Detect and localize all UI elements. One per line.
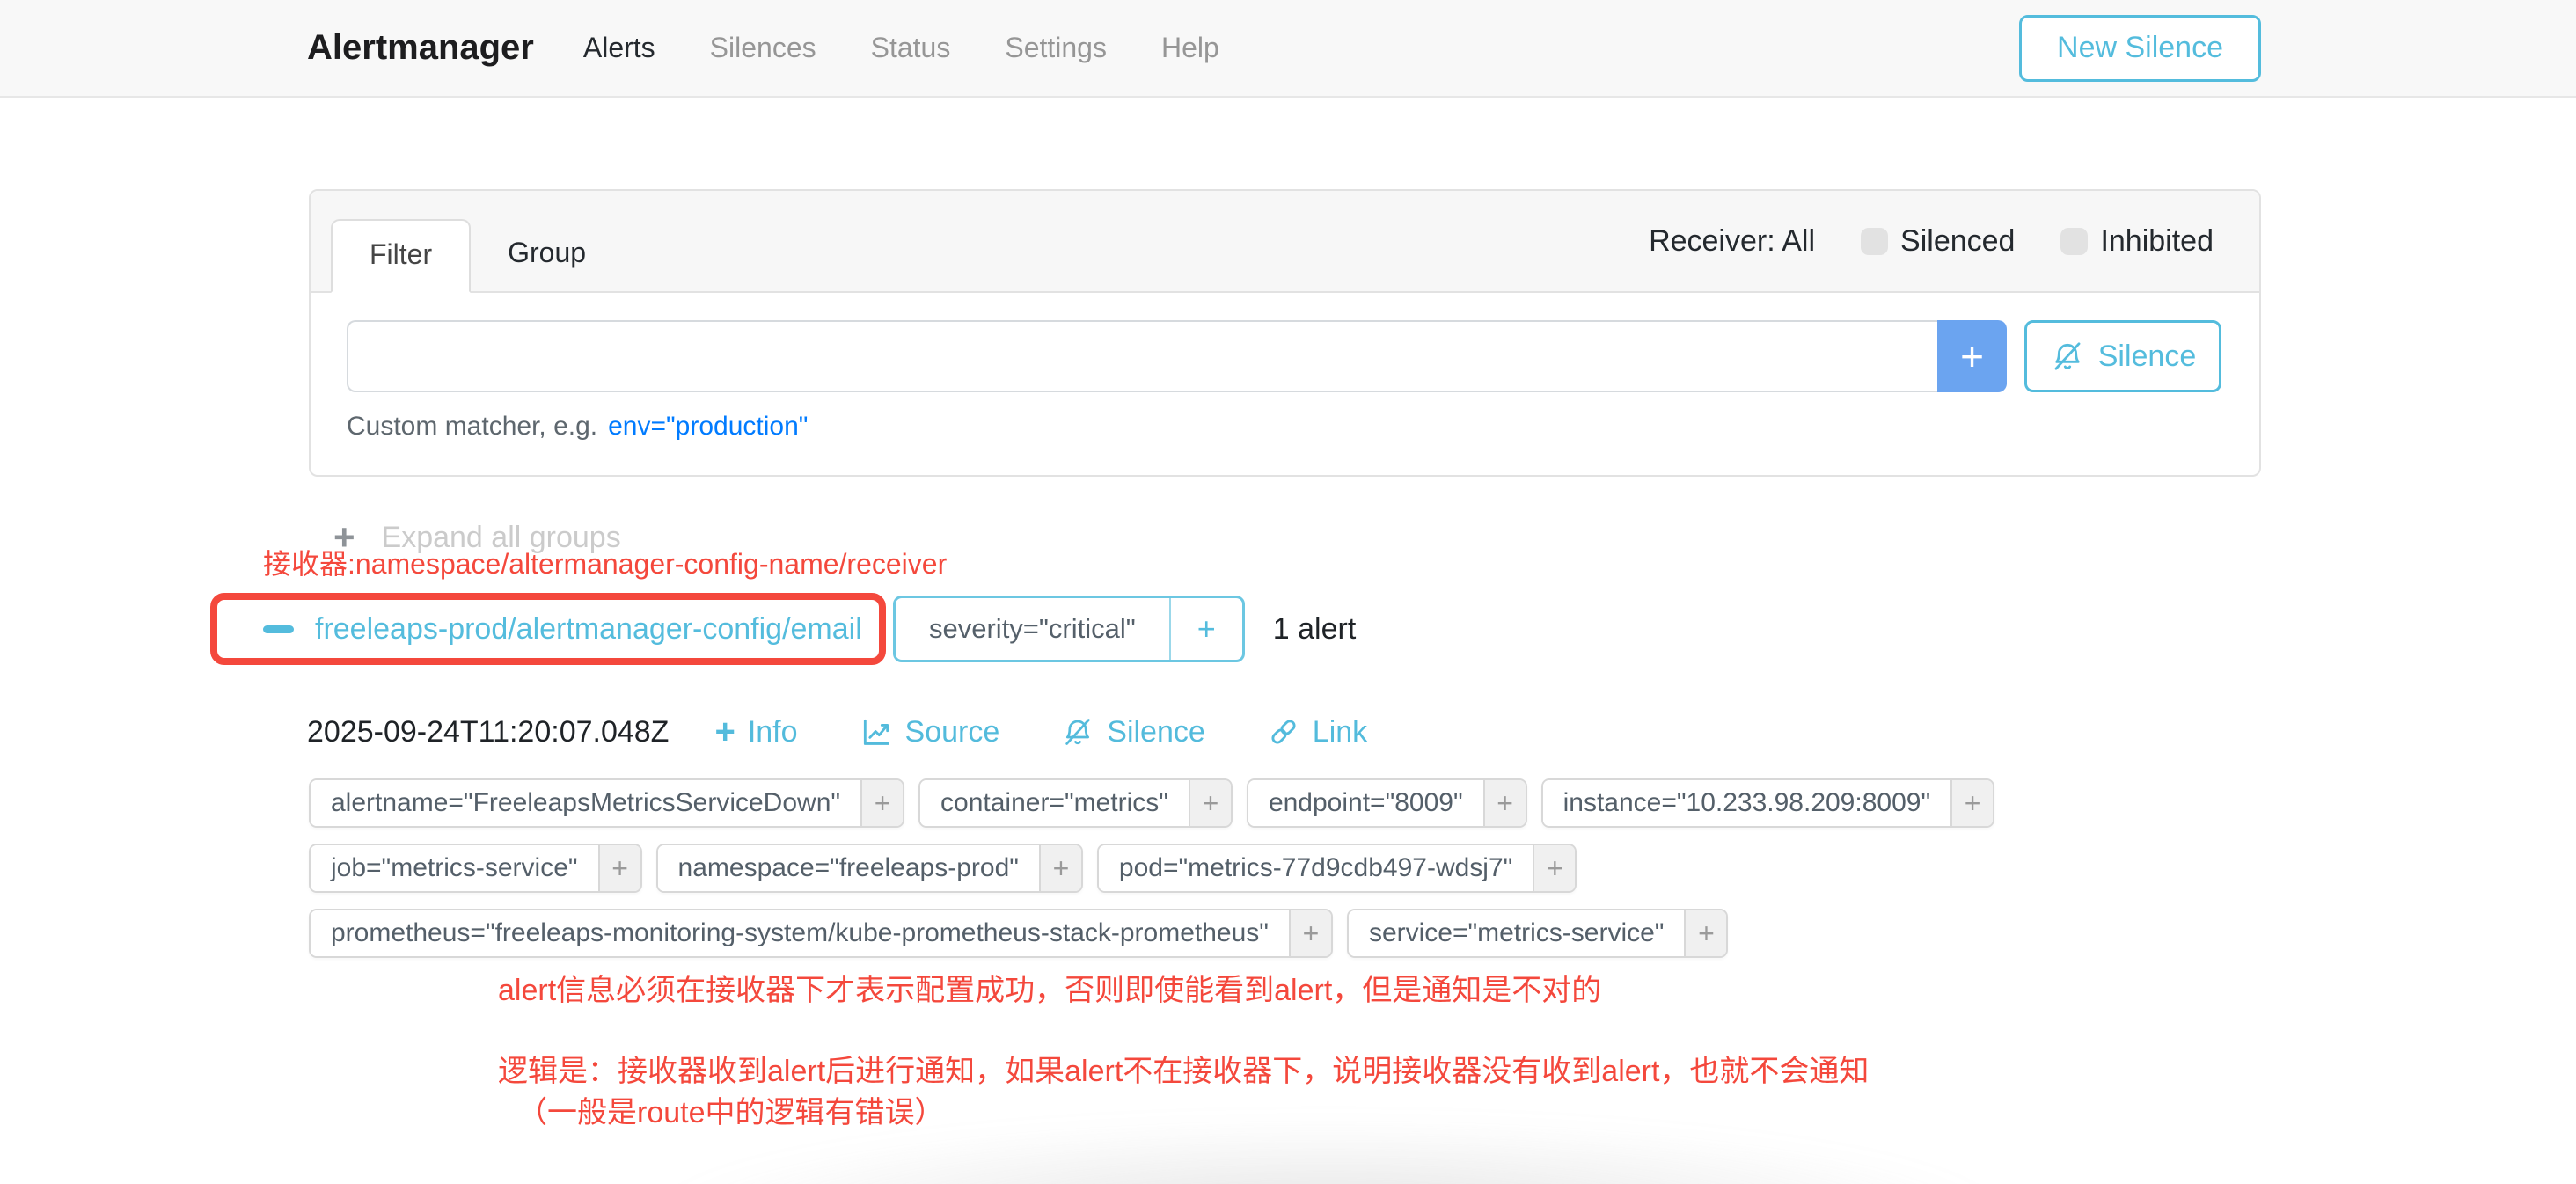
receiver-group-toggle[interactable]: freeleaps-prod/alertmanager-config/email <box>263 612 862 647</box>
alert-label-chip: pod="metrics-77d9cdb497-wdsj7" + <box>1097 844 1577 893</box>
info-label: Info <box>748 715 798 749</box>
add-label-filter-button[interactable]: + <box>1533 845 1575 891</box>
nav-silences[interactable]: Silences <box>710 32 816 64</box>
label-text[interactable]: endpoint="8009" <box>1248 780 1483 826</box>
group-matcher-chip: severity="critical" + <box>893 596 1245 662</box>
label-text[interactable]: pod="metrics-77d9cdb497-wdsj7" <box>1099 845 1533 891</box>
nav-settings[interactable]: Settings <box>1005 32 1107 64</box>
matcher-input[interactable] <box>347 320 1937 392</box>
bell-slash-icon <box>2050 339 2085 374</box>
alert-count: 1 alert <box>1273 612 1357 647</box>
alert-timestamp: 2025-09-24T11:20:07.048Z <box>307 715 669 749</box>
app-brand[interactable]: Alertmanager <box>307 28 534 68</box>
label-row: prometheus="freeleaps-monitoring-system/… <box>309 909 1994 958</box>
receiver-group-name: freeleaps-prod/alertmanager-config/email <box>315 612 862 647</box>
annotation-receiver-note: 接收器:namespace/altermanager-config-name/r… <box>263 542 947 582</box>
nav-alerts[interactable]: Alerts <box>583 32 655 64</box>
silence-alert-button[interactable]: Silence <box>1061 715 1205 749</box>
nav-status[interactable]: Status <box>871 32 951 64</box>
annotation-logic-note: 逻辑是：接收器收到alert后进行通知，如果alert不在接收器下，说明接收器没… <box>498 1047 1869 1090</box>
source-link[interactable]: Source <box>860 715 1000 749</box>
alert-label-chip: endpoint="8009" + <box>1247 778 1527 828</box>
label-row: job="metrics-service" + namespace="freel… <box>309 844 1994 893</box>
annotation-highlight-box: freeleaps-prod/alertmanager-config/email <box>210 593 886 665</box>
alert-labels: alertname="FreeleapsMetricsServiceDown" … <box>309 778 1994 958</box>
minus-icon <box>263 625 294 633</box>
main-nav: Alerts Silences Status Settings Help <box>583 32 1219 64</box>
alert-label-chip: container="metrics" + <box>918 778 1233 828</box>
label-text[interactable]: alertname="FreeleapsMetricsServiceDown" <box>311 780 860 826</box>
label-text[interactable]: instance="10.233.98.209:8009" <box>1543 780 1950 826</box>
label-text[interactable]: container="metrics" <box>920 780 1189 826</box>
alert-label-chip: alertname="FreeleapsMetricsServiceDown" … <box>309 778 904 828</box>
matcher-input-group: + Silence <box>347 320 2221 392</box>
add-label-filter-button[interactable]: + <box>1189 780 1231 826</box>
link-icon <box>1267 715 1300 749</box>
permalink-label: Link <box>1313 715 1367 749</box>
matcher-helper: Custom matcher, e.g. env="production" <box>347 412 2221 442</box>
group-matcher-label[interactable]: severity="critical" <box>896 598 1169 660</box>
label-text[interactable]: job="metrics-service" <box>311 845 598 891</box>
add-label-filter-button[interactable]: + <box>1684 910 1726 956</box>
silence-filter-button[interactable]: Silence <box>2024 320 2221 392</box>
alert-label-chip: instance="10.233.98.209:8009" + <box>1541 778 1994 828</box>
inhibited-checkbox[interactable] <box>2060 228 2088 255</box>
label-row: alertname="FreeleapsMetricsServiceDown" … <box>309 778 1994 828</box>
source-label: Source <box>905 715 1000 749</box>
silence-alert-label: Silence <box>1107 715 1205 749</box>
filter-tabs: Filter Group <box>331 219 623 293</box>
alert-label-chip: service="metrics-service" + <box>1347 909 1729 958</box>
filter-card: Filter Group Receiver: All Silenced Inhi… <box>309 189 2261 477</box>
permalink[interactable]: Link <box>1267 715 1367 749</box>
nav-help[interactable]: Help <box>1161 32 1219 64</box>
silenced-checkbox[interactable] <box>1861 228 1888 255</box>
add-label-filter-button[interactable]: + <box>1289 910 1331 956</box>
add-label-filter-button[interactable]: + <box>860 780 903 826</box>
filter-options: Receiver: All Silenced Inhibited <box>1649 224 2214 259</box>
new-silence-button[interactable]: New Silence <box>2019 15 2261 82</box>
add-label-filter-button[interactable]: + <box>1039 845 1081 891</box>
chart-line-icon <box>860 715 893 749</box>
plus-icon: + <box>714 714 735 749</box>
label-text[interactable]: service="metrics-service" <box>1349 910 1685 956</box>
tab-filter[interactable]: Filter <box>331 219 471 293</box>
tab-group[interactable]: Group <box>471 219 623 293</box>
inhibited-label[interactable]: Inhibited <box>2100 224 2214 259</box>
navbar: Alertmanager Alerts Silences Status Sett… <box>0 0 2576 98</box>
annotation-config-note: alert信息必须在接收器下才表示配置成功，否则即使能看到alert，但是通知是… <box>498 966 1601 1009</box>
add-matcher-button[interactable]: + <box>1937 320 2007 392</box>
add-label-filter-button[interactable]: + <box>1483 780 1526 826</box>
receiver-filter[interactable]: Receiver: All <box>1649 224 1815 259</box>
alert-meta-row: 2025-09-24T11:20:07.048Z + Info Source S… <box>307 714 1429 749</box>
silenced-label[interactable]: Silenced <box>1900 224 2015 259</box>
add-group-matcher-button[interactable]: + <box>1169 598 1242 660</box>
matcher-helper-text: Custom matcher, e.g. <box>347 412 597 441</box>
alertmanager-page: Alertmanager Alerts Silences Status Sett… <box>0 0 2576 1184</box>
filter-card-body: + Silence Custom matcher, e.g. env="produ… <box>311 293 2259 442</box>
alert-label-chip: namespace="freeleaps-prod" + <box>656 844 1083 893</box>
silence-filter-label: Silence <box>2098 340 2197 374</box>
info-toggle[interactable]: + Info <box>714 714 797 749</box>
filter-card-header: Filter Group Receiver: All Silenced Inhi… <box>311 191 2259 293</box>
bottom-smudge <box>642 1119 2015 1184</box>
bell-slash-icon <box>1061 715 1094 749</box>
alert-group-row: freeleaps-prod/alertmanager-config/email… <box>210 593 1356 665</box>
label-text[interactable]: namespace="freeleaps-prod" <box>658 845 1039 891</box>
add-label-filter-button[interactable]: + <box>598 845 640 891</box>
alert-label-chip: prometheus="freeleaps-monitoring-system/… <box>309 909 1333 958</box>
matcher-example-link[interactable]: env="production" <box>608 412 808 441</box>
add-label-filter-button[interactable]: + <box>1950 780 1993 826</box>
alert-label-chip: job="metrics-service" + <box>309 844 642 893</box>
label-text[interactable]: prometheus="freeleaps-monitoring-system/… <box>311 910 1289 956</box>
